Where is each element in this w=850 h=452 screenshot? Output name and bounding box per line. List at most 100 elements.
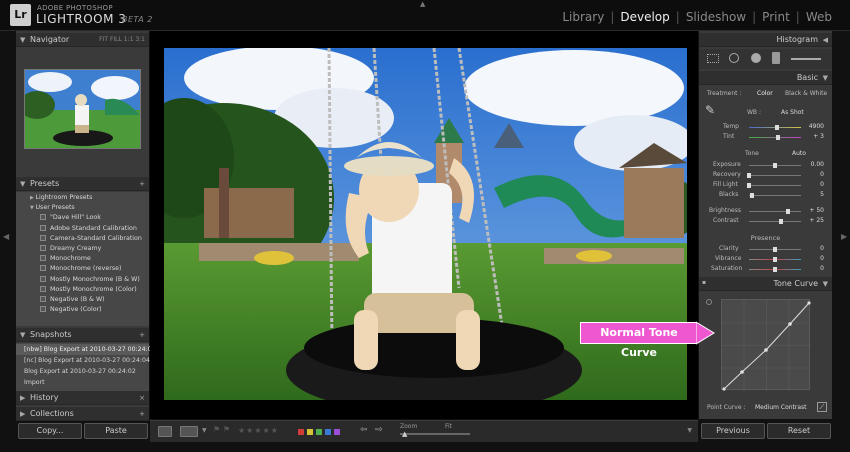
contrast-value[interactable]: + 25 xyxy=(809,217,824,224)
blacks-slider-track[interactable] xyxy=(749,195,801,196)
preset-item[interactable]: Monochrome (reverse) xyxy=(16,264,149,274)
previous-photo-arrow-icon[interactable]: ⇦ xyxy=(360,425,368,435)
crop-tool-icon[interactable] xyxy=(707,54,719,63)
paste-settings-button[interactable]: Paste xyxy=(84,423,148,439)
recovery-value[interactable]: 0 xyxy=(820,171,824,178)
chevron-down-icon[interactable]: ▼ xyxy=(202,427,207,434)
photo-canvas[interactable] xyxy=(150,31,698,419)
brightness-slider-track[interactable] xyxy=(749,211,801,212)
snapshot-item[interactable]: [nc] Blog Export at 2010-03-27 00:24:04 xyxy=(16,355,150,366)
brightness-value[interactable]: + 50 xyxy=(809,207,824,214)
brightness-slider-knob[interactable] xyxy=(786,209,790,214)
tint-value[interactable]: + 3 xyxy=(813,133,824,140)
treatment-bw-option[interactable]: Black & White xyxy=(785,90,827,97)
fill-light-slider-track[interactable] xyxy=(749,185,801,186)
module-library[interactable]: Library xyxy=(556,10,610,24)
clarity-value[interactable]: 0 xyxy=(820,245,824,252)
preset-item[interactable]: Monochrome xyxy=(16,254,149,264)
treatment-color-option[interactable]: Color xyxy=(757,90,773,97)
navigator-header[interactable]: ▼ Navigator FIT FILL 1:1 3:1 xyxy=(16,33,149,47)
temp-value[interactable]: 4900 xyxy=(809,123,824,130)
tone-curve-graph[interactable] xyxy=(721,299,811,391)
loupe-view-button[interactable] xyxy=(158,426,172,437)
adjustment-brush-tool-icon[interactable] xyxy=(791,58,821,60)
preset-item[interactable]: Camera-Standard Calibration xyxy=(16,234,149,244)
previous-settings-button[interactable]: Previous xyxy=(701,423,765,439)
exposure-slider-knob[interactable] xyxy=(773,163,777,168)
history-header[interactable]: ▶ History × xyxy=(16,391,149,405)
blacks-slider-knob[interactable] xyxy=(750,193,754,198)
preset-item[interactable]: Mostly Monochrome (Color) xyxy=(16,285,149,295)
graduated-filter-tool-icon[interactable] xyxy=(772,52,780,64)
fill-light-slider-knob[interactable] xyxy=(747,183,751,188)
temp-slider-knob[interactable] xyxy=(775,125,779,130)
collections-header[interactable]: ▶ Collections + xyxy=(16,407,149,421)
color-label-red[interactable] xyxy=(298,429,304,435)
color-label-blue[interactable] xyxy=(325,429,331,435)
preset-group-user[interactable]: ▼ User Presets xyxy=(16,203,149,213)
before-after-view-button[interactable] xyxy=(180,426,198,437)
flag-icon[interactable]: ⚑ xyxy=(213,425,220,434)
saturation-value[interactable]: 0 xyxy=(820,265,824,272)
zoom-slider-track[interactable] xyxy=(400,433,470,435)
blacks-value[interactable]: 5 xyxy=(820,191,824,198)
clarity-slider-knob[interactable] xyxy=(773,247,777,252)
toolbar-menu-chevron-icon[interactable]: ▼ xyxy=(687,427,692,434)
reject-flag-icon[interactable]: ⚑ xyxy=(223,425,230,434)
module-slideshow[interactable]: Slideshow xyxy=(680,10,752,24)
presets-header[interactable]: ▼ Presets + xyxy=(16,177,149,191)
add-collection-icon[interactable]: + xyxy=(139,407,145,421)
red-eye-tool-icon[interactable] xyxy=(751,53,761,63)
tone-auto-button[interactable]: Auto xyxy=(792,150,806,157)
contrast-slider-knob[interactable] xyxy=(779,219,783,224)
navigator-preview[interactable] xyxy=(24,69,141,149)
tint-slider-track[interactable] xyxy=(749,137,801,138)
navigator-zoom-options[interactable]: FIT FILL 1:1 3:1 xyxy=(99,33,145,47)
vibrance-value[interactable]: 0 xyxy=(820,255,824,262)
point-curve-select[interactable]: Medium Contrast xyxy=(755,404,807,411)
preset-item[interactable]: Negative (B & W) xyxy=(16,295,149,305)
vibrance-slider-knob[interactable] xyxy=(773,257,777,262)
color-label-yellow[interactable] xyxy=(307,429,313,435)
panel-switch-icon[interactable]: ▪ xyxy=(702,279,706,286)
saturation-slider-knob[interactable] xyxy=(773,267,777,272)
next-photo-arrow-icon[interactable]: ⇨ xyxy=(375,425,383,435)
right-panel-toggle-icon[interactable]: ▶ xyxy=(841,232,847,241)
exposure-value[interactable]: 0.00 xyxy=(811,161,824,168)
zoom-slider-knob[interactable]: ▲ xyxy=(402,430,407,438)
module-print[interactable]: Print xyxy=(756,10,796,24)
reset-button[interactable]: Reset xyxy=(767,423,831,439)
preset-item[interactable]: Adobe Standard Calibration xyxy=(16,224,149,234)
clear-history-icon[interactable]: × xyxy=(139,391,145,405)
spot-removal-tool-icon[interactable] xyxy=(729,53,739,63)
snapshot-item[interactable]: [nbw] Blog Export at 2010-03-27 00:24:06 xyxy=(16,344,155,355)
module-develop[interactable]: Develop xyxy=(614,10,675,24)
targeted-adjustment-icon[interactable] xyxy=(706,299,712,305)
snapshots-header[interactable]: ▼ Snapshots + xyxy=(16,328,149,342)
preset-item[interactable]: Negative (Color) xyxy=(16,305,149,315)
add-preset-icon[interactable]: + xyxy=(139,177,145,191)
color-label-green[interactable] xyxy=(316,429,322,435)
star-rating[interactable]: ★★★★★ xyxy=(238,426,279,435)
white-balance-dropper-icon[interactable]: ✎ xyxy=(705,103,715,117)
add-snapshot-icon[interactable]: + xyxy=(139,328,145,342)
snapshot-item[interactable]: Import xyxy=(16,377,149,388)
module-web[interactable]: Web xyxy=(800,10,838,24)
preset-item[interactable]: Mostly Monochrome (B & W) xyxy=(16,275,149,285)
contrast-slider-track[interactable] xyxy=(749,221,801,222)
preset-group-lightroom[interactable]: ▶ Lightroom Presets xyxy=(16,193,149,203)
fill-light-value[interactable]: 0 xyxy=(820,181,824,188)
recovery-slider-track[interactable] xyxy=(749,175,801,176)
snapshot-item[interactable]: Blog Export at 2010-03-27 00:24:02 xyxy=(16,366,149,377)
preset-item[interactable]: Dreamy Creamy xyxy=(16,244,149,254)
white-balance-value[interactable]: As Shot xyxy=(781,109,804,116)
top-panel-toggle-icon[interactable]: ▲ xyxy=(420,0,425,8)
color-label-purple[interactable] xyxy=(334,429,340,435)
edit-point-curve-icon[interactable]: ⟋ xyxy=(817,402,827,412)
tint-slider-knob[interactable] xyxy=(776,135,780,140)
tone-curve-header[interactable]: Tone Curve ▼ xyxy=(699,277,832,291)
copy-settings-button[interactable]: Copy... xyxy=(18,423,82,439)
preset-item[interactable]: "Dave Hill" Look xyxy=(16,213,149,223)
basic-header[interactable]: Basic ▼ xyxy=(699,71,832,85)
histogram-header[interactable]: Histogram ◀ xyxy=(699,33,832,47)
